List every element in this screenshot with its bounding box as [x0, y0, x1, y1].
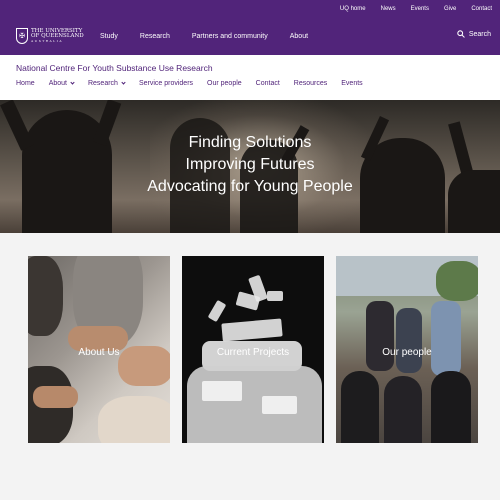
site-nav-events[interactable]: Events: [341, 80, 362, 87]
site-title[interactable]: National Centre For Youth Substance Use …: [16, 63, 484, 73]
card-label: About Us: [78, 347, 120, 358]
site-nav-label: Service providers: [138, 80, 194, 87]
uq-logo[interactable]: ✠ THE UNIVERSITY OF QUEENSLAND AUSTRALIA: [16, 28, 86, 44]
card-photo-shape: [33, 386, 78, 408]
card-label: Current Projects: [216, 347, 290, 358]
site-nav-about[interactable]: About: [48, 80, 75, 87]
logo-line-3: AUSTRALIA: [31, 39, 64, 44]
site-nav-home[interactable]: Home: [16, 80, 35, 87]
search-icon: [457, 30, 465, 38]
card-photo-shape: [384, 376, 422, 443]
card-our-people[interactable]: Our people: [336, 256, 478, 443]
crest-icon: ✠: [16, 28, 28, 44]
hero-banner: Finding Solutions Improving Futures Advo…: [0, 100, 500, 233]
site-nav-contact[interactable]: Contact: [256, 80, 280, 87]
utility-link-news[interactable]: News: [381, 6, 396, 12]
card-photo-shape: [341, 371, 379, 443]
hero-heading: Finding Solutions Improving Futures Advo…: [0, 132, 500, 198]
card-photo-shape: [262, 396, 297, 414]
main-navigation: ✠ THE UNIVERSITY OF QUEENSLAND AUSTRALIA…: [0, 17, 500, 55]
card-photo-shape: [431, 301, 461, 376]
site-nav-label: About: [48, 80, 67, 87]
main-nav-links: Study Research Partners and community Ab…: [100, 33, 330, 40]
site-nav-our-people[interactable]: Our people: [207, 80, 242, 87]
site-nav-research[interactable]: Research: [87, 80, 126, 87]
card-photo-shape: [267, 291, 283, 301]
card-about-us[interactable]: About Us: [28, 256, 170, 443]
site-nav-resources[interactable]: Resources: [294, 80, 327, 87]
site-nav-label: Contact: [255, 80, 280, 87]
site-nav-label: Events: [341, 80, 363, 87]
logo-wordmark: THE UNIVERSITY OF QUEENSLAND AUSTRALIA: [31, 28, 84, 44]
main-nav-partners[interactable]: Partners and community: [192, 33, 268, 40]
utility-link-contact[interactable]: Contact: [471, 6, 492, 12]
main-nav-research[interactable]: Research: [140, 33, 170, 40]
card-photo-shape: [28, 256, 63, 336]
main-nav-about[interactable]: About: [290, 33, 308, 40]
card-photo-shape: [366, 301, 394, 371]
card-current-projects[interactable]: Current Projects: [182, 256, 324, 443]
card-photo-shape: [221, 318, 283, 342]
chevron-down-icon: [70, 80, 75, 85]
card-photo-shape: [436, 261, 478, 301]
utility-link-uq-home[interactable]: UQ home: [340, 6, 366, 12]
hero-line-3: Advocating for Young People: [147, 178, 353, 195]
card-photo-shape: [207, 299, 227, 323]
search-label: Search: [468, 30, 491, 38]
hero-line-2: Improving Futures: [185, 156, 315, 173]
site-nav-label: Home: [16, 80, 35, 87]
utility-link-give[interactable]: Give: [444, 6, 456, 12]
card-photo-shape: [98, 396, 170, 443]
site-navigation: Home About Research Service providers Ou…: [16, 80, 484, 87]
card-photo-shape: [431, 371, 471, 443]
site-nav-label: Our people: [207, 80, 242, 87]
card-label: Our people: [382, 347, 432, 358]
hero-line-1: Finding Solutions: [188, 134, 312, 151]
card-photo-shape: [187, 366, 322, 443]
card-photo-shape: [202, 381, 242, 401]
utility-bar: UQ home News Events Give Contact: [0, 0, 500, 17]
site-nav-label: Research: [87, 80, 118, 87]
card-photo-shape: [396, 308, 422, 373]
site-nav-label: Resources: [293, 80, 328, 87]
site-header: National Centre For Youth Substance Use …: [0, 55, 500, 100]
search-button[interactable]: Search: [457, 30, 491, 38]
main-nav-study[interactable]: Study: [100, 33, 118, 40]
feature-cards: About Us Current Projects Our people: [28, 256, 490, 443]
utility-link-events[interactable]: Events: [411, 6, 429, 12]
site-nav-service-providers[interactable]: Service providers: [139, 80, 193, 87]
chevron-down-icon: [121, 80, 126, 85]
